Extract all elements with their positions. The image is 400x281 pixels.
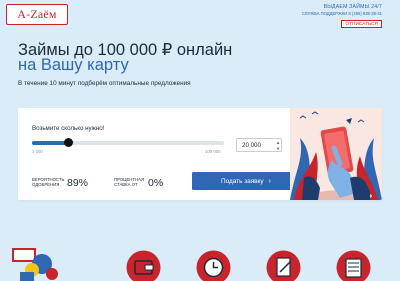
calculator-icon: [336, 250, 371, 281]
hero-subtitle: В течение 10 минут подберём оптимальные …: [18, 80, 191, 87]
amount-slider-track[interactable]: [32, 138, 224, 147]
chevron-right-icon: ›: [268, 177, 271, 185]
brand-logo[interactable]: A-Zаём: [6, 4, 68, 25]
unsubscribe-button[interactable]: ОТПИСАТЬСЯ: [341, 20, 382, 28]
rate-label-line2: СТАВКА ОТ: [114, 182, 138, 188]
slider-max-label: 100 000: [205, 149, 221, 154]
amount-slider-fill: [32, 141, 69, 145]
approval-label-line2: ОДОБРЕНИЯ: [32, 182, 60, 188]
amount-slider-handle[interactable]: [64, 138, 74, 147]
approval-value: 89%: [67, 177, 89, 189]
phone-hand-illustration: [290, 108, 382, 200]
submit-label: Подать заявку: [221, 177, 264, 185]
header-info: ВЫДАЕМ ЗАЙМЫ 24/7 СЛУЖБА ПОДДЕРЖКИ 8 (49…: [302, 4, 382, 16]
header-tagline: ВЫДАЕМ ЗАЙМЫ 24/7: [323, 4, 382, 10]
amount-question: Возьмите сколько нужно!: [32, 125, 105, 132]
promo-illustration: [12, 246, 64, 281]
approval-label: ВЕРОЯТНОСТЬ ОДОБРЕНИЯ: [32, 177, 64, 187]
loan-form-card: Возьмите сколько нужно! 1 000 100 000 ▲ …: [18, 108, 382, 200]
wallet-icon: [126, 250, 161, 281]
stepper-down-icon[interactable]: ▼: [276, 146, 280, 151]
clock-icon: [196, 250, 231, 281]
slider-min-label: 1 000: [32, 149, 43, 154]
support-phone[interactable]: СЛУЖБА ПОДДЕРЖКИ 8 (495) 638-38-41: [302, 11, 382, 16]
rate-label: ПРОЦЕНТНАЯ СТАВКА ОТ: [114, 177, 144, 187]
submit-application-button[interactable]: Подать заявку ›: [192, 172, 300, 190]
hero-title-accent: на Вашу карту: [18, 56, 129, 74]
rate-value: 0%: [148, 177, 164, 189]
brand-logo-text: A-Zаём: [17, 7, 57, 21]
stepper-up-icon[interactable]: ▲: [276, 140, 280, 145]
document-sign-icon: [266, 250, 301, 281]
